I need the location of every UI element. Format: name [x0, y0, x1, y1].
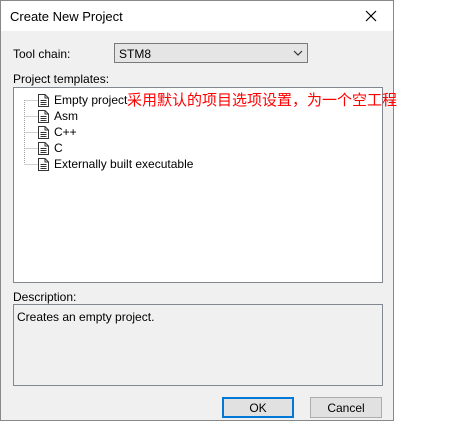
annotation-text: 采用默认的项目选项设置，为一个空工程 [127, 91, 398, 109]
template-label: Asm [54, 109, 78, 123]
template-label: Empty project [54, 93, 128, 107]
template-label: C++ [54, 125, 77, 139]
description-label: Description: [13, 290, 77, 304]
document-icon [38, 109, 49, 123]
document-icon [38, 157, 49, 171]
title-bar: Create New Project [1, 1, 393, 31]
close-button[interactable] [349, 1, 393, 31]
template-item-externally-built[interactable]: Externally built executable [38, 156, 193, 172]
template-item-empty-project[interactable]: Empty project [38, 92, 127, 108]
templates-tree: Empty project Asm C++ C Externally built… [13, 87, 383, 283]
template-label: Externally built executable [54, 157, 194, 171]
template-item-asm[interactable]: Asm [38, 108, 78, 124]
template-item-cpp[interactable]: C++ [38, 124, 77, 140]
document-icon [38, 93, 49, 107]
description-box: Creates an empty project. [13, 304, 383, 386]
template-label: C [54, 141, 63, 155]
document-icon [38, 141, 49, 155]
toolchain-label: Tool chain: [13, 47, 71, 61]
toolchain-select[interactable]: STM8 [114, 43, 308, 63]
document-icon [38, 125, 49, 139]
chevron-down-icon [293, 50, 303, 56]
cancel-button[interactable]: Cancel [310, 397, 382, 418]
cancel-label: Cancel [327, 400, 365, 415]
ok-label: OK [249, 400, 267, 415]
create-project-dialog: Create New Project Tool chain: STM8 Proj… [0, 0, 394, 421]
template-item-c[interactable]: C [38, 140, 63, 156]
ok-button[interactable]: OK [222, 397, 294, 418]
dialog-title: Create New Project [10, 9, 123, 24]
close-icon [365, 10, 377, 22]
templates-label: Project templates: [13, 72, 110, 86]
description-text: Creates an empty project. [17, 310, 155, 324]
toolchain-value: STM8 [119, 47, 152, 61]
